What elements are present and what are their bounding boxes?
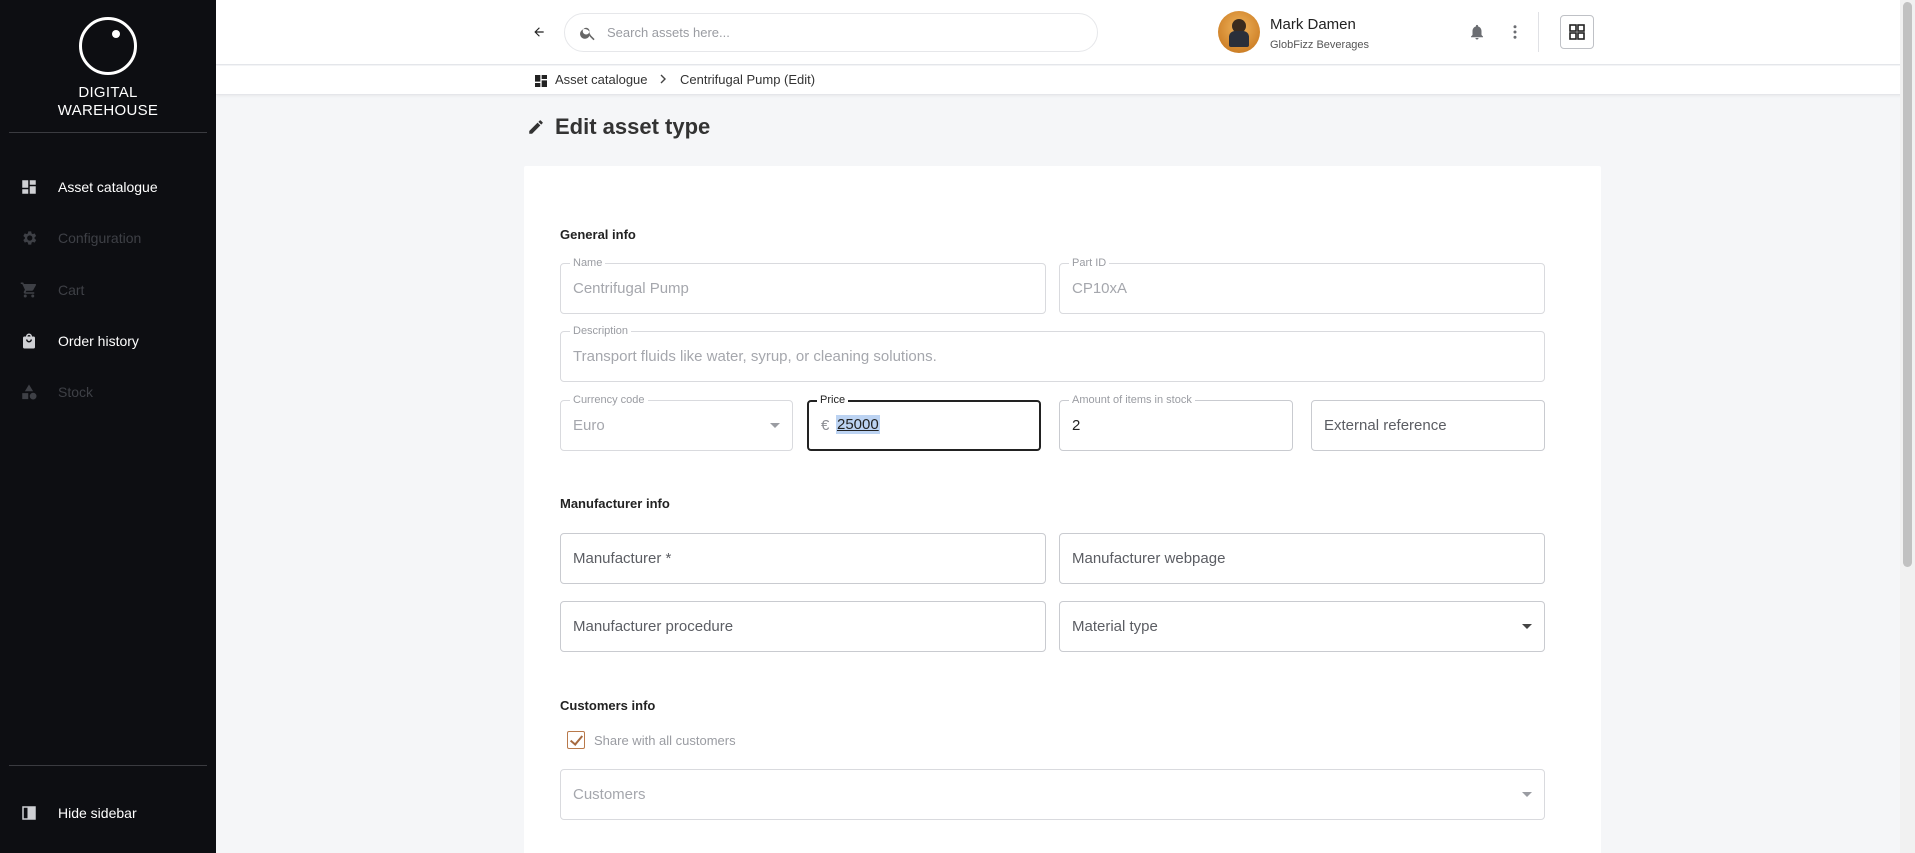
bag-icon bbox=[23, 333, 35, 349]
part-id-value: CP10xA bbox=[1072, 280, 1128, 297]
main-area: Mark Damen GlobFizz Beverages Asset cata… bbox=[216, 0, 1915, 853]
back-button[interactable] bbox=[527, 20, 551, 44]
price-field[interactable]: Price € 25000 bbox=[807, 393, 1041, 451]
price-label: Price bbox=[817, 393, 849, 407]
breadcrumb-current: Centrifugal Pump (Edit) bbox=[680, 72, 816, 87]
sidebar-item-asset-catalogue[interactable]: Asset catalogue bbox=[0, 167, 216, 207]
pencil-icon bbox=[529, 120, 543, 134]
material-type-label: Material type bbox=[1072, 618, 1158, 635]
page-header: Edit asset type bbox=[527, 114, 710, 140]
manufacturer-procedure-input[interactable]: Manufacturer procedure bbox=[573, 618, 733, 635]
currency-select: Currency code Euro bbox=[560, 393, 793, 451]
arrow-left-icon bbox=[534, 27, 544, 37]
page-scrollbar[interactable] bbox=[1900, 0, 1915, 853]
sidebar-item-label: Stock bbox=[58, 384, 94, 400]
stock-amount-field[interactable]: Amount of items in stock 2 bbox=[1059, 393, 1293, 451]
page-title: Edit asset type bbox=[555, 114, 711, 139]
hide-sidebar-button[interactable]: Hide sidebar bbox=[0, 793, 216, 833]
grid-icon bbox=[1569, 24, 1585, 40]
manufacturer-webpage-input[interactable]: Manufacturer webpage bbox=[1072, 550, 1225, 567]
bell-icon[interactable] bbox=[1468, 23, 1486, 41]
name-field: Name Centrifugal Pump bbox=[560, 256, 1046, 314]
chevron-down-icon bbox=[770, 423, 780, 428]
name-value: Centrifugal Pump bbox=[573, 280, 689, 297]
search-box bbox=[564, 13, 1098, 52]
share-all-customers-checkbox[interactable]: Share with all customers bbox=[567, 731, 736, 749]
sidebar-item-cart: Cart bbox=[0, 270, 216, 310]
description-value: Transport fluids like water, syrup, or c… bbox=[573, 348, 937, 365]
apps-button[interactable] bbox=[1560, 15, 1594, 49]
external-reference-field[interactable]: External reference bbox=[1311, 400, 1545, 451]
search-icon bbox=[580, 27, 595, 41]
scrollbar-thumb[interactable] bbox=[1903, 2, 1912, 567]
manufacturer-field[interactable]: Manufacturer * bbox=[560, 533, 1046, 584]
euro-prefix: € bbox=[821, 417, 830, 434]
manufacturer-input[interactable]: Manufacturer * bbox=[573, 550, 671, 567]
chevron-down-icon bbox=[1522, 624, 1532, 629]
sidebar-divider bbox=[9, 765, 207, 766]
avatar[interactable] bbox=[1218, 11, 1260, 53]
sidebar-panel-icon bbox=[22, 806, 36, 820]
sidebar-divider bbox=[9, 132, 207, 133]
user-organization: GlobFizz Beverages bbox=[1270, 39, 1370, 51]
chevron-down-icon bbox=[1522, 792, 1532, 797]
share-all-customers-label: Share with all customers bbox=[594, 732, 736, 748]
price-input[interactable]: 25000 bbox=[836, 415, 880, 434]
hide-sidebar-label: Hide sidebar bbox=[58, 805, 137, 821]
top-bar: Mark Damen GlobFizz Beverages bbox=[216, 0, 1915, 65]
cart-icon bbox=[20, 282, 37, 298]
external-reference-input[interactable]: External reference bbox=[1324, 417, 1447, 434]
section-title-general: General info bbox=[560, 227, 636, 242]
header-divider bbox=[1538, 12, 1539, 52]
sidebar-item-label: Configuration bbox=[58, 230, 142, 246]
manufacturer-procedure-field[interactable]: Manufacturer procedure bbox=[560, 601, 1046, 652]
customers-placeholder: Customers bbox=[573, 786, 646, 803]
edit-form-card: General info Name Centrifugal Pump Part … bbox=[524, 166, 1601, 853]
manufacturer-webpage-field[interactable]: Manufacturer webpage bbox=[1059, 533, 1545, 584]
app-logo[interactable]: DIGITAL WAREHOUSE bbox=[0, 17, 216, 120]
customers-select: Customers bbox=[560, 769, 1545, 820]
stock-amount-input[interactable]: 2 bbox=[1072, 417, 1080, 434]
description-label: Description bbox=[570, 324, 632, 338]
stock-amount-label: Amount of items in stock bbox=[1069, 393, 1195, 407]
currency-label: Currency code bbox=[570, 393, 648, 407]
sidebar-item-label: Asset catalogue bbox=[58, 179, 158, 195]
currency-value: Euro bbox=[573, 417, 605, 434]
description-field: Description Transport fluids like water,… bbox=[560, 324, 1545, 382]
dashboard-icon bbox=[22, 180, 36, 194]
section-title-customers: Customers info bbox=[560, 698, 656, 713]
breadcrumb: Asset catalogue Centrifugal Pump (Edit) bbox=[216, 66, 1915, 95]
shapes-icon bbox=[22, 384, 37, 400]
breadcrumb-asset-catalogue[interactable]: Asset catalogue bbox=[555, 72, 648, 87]
material-type-select[interactable]: Material type bbox=[1059, 601, 1545, 652]
name-label: Name bbox=[570, 256, 606, 270]
sidebar-item-stock: Stock bbox=[0, 372, 216, 412]
logo-line-2: WAREHOUSE bbox=[57, 102, 159, 119]
logo-icon bbox=[79, 17, 137, 75]
sidebar: DIGITAL WAREHOUSE Asset catalogue Config… bbox=[0, 0, 216, 853]
user-name[interactable]: Mark Damen bbox=[1270, 16, 1356, 33]
part-id-label: Part ID bbox=[1069, 256, 1110, 270]
checkbox-checked-icon[interactable] bbox=[567, 731, 585, 749]
sidebar-item-configuration: Configuration bbox=[0, 218, 216, 258]
dashboard-icon[interactable] bbox=[533, 73, 549, 89]
gear-icon bbox=[23, 231, 37, 245]
sidebar-item-order-history[interactable]: Order history bbox=[0, 321, 216, 361]
chevron-right-icon bbox=[660, 74, 666, 84]
more-vertical-icon[interactable] bbox=[1506, 23, 1524, 41]
section-title-manufacturer: Manufacturer info bbox=[560, 496, 670, 511]
search-input[interactable] bbox=[607, 25, 1077, 40]
part-id-field: Part ID CP10xA bbox=[1059, 256, 1545, 314]
sidebar-item-label: Order history bbox=[58, 333, 139, 349]
logo-line-1: DIGITAL bbox=[78, 84, 138, 101]
sidebar-item-label: Cart bbox=[58, 282, 85, 298]
